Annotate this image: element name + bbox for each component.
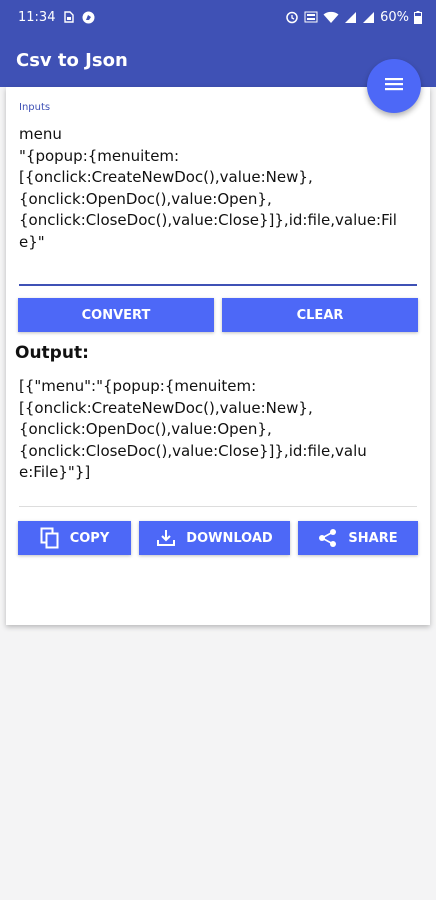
output-divider: [19, 506, 417, 507]
download-button[interactable]: DOWNLOAD: [139, 521, 290, 555]
output-title: Output:: [15, 343, 89, 363]
signal-icon: [362, 11, 375, 24]
signal-icon: [344, 11, 357, 24]
copy-icon: [40, 527, 60, 549]
data-speed-icon: [304, 10, 318, 24]
battery-icon: [414, 10, 422, 24]
battery-percent: 60%: [380, 9, 409, 25]
alarm-icon: [285, 10, 299, 24]
download-button-label: DOWNLOAD: [186, 530, 273, 546]
share-button-label: SHARE: [348, 530, 398, 546]
hamburger-menu-icon: [384, 76, 404, 96]
clear-button-label: CLEAR: [296, 307, 344, 323]
download-icon: [156, 529, 176, 547]
csv-input-field[interactable]: menu "{popup:{menuitem: [{onclick:Create…: [19, 124, 417, 274]
share-button[interactable]: SHARE: [298, 521, 418, 555]
input-underline: [19, 284, 417, 286]
share-icon: [318, 528, 338, 548]
input-label: Inputs: [19, 102, 51, 113]
status-bar: 11:34 60%: [0, 0, 436, 34]
app-title: Csv to Json: [16, 50, 128, 71]
app-notification-icon: [82, 11, 95, 24]
status-time: 11:34: [18, 9, 56, 25]
json-output-text: [{"menu":"{popup:{menuitem: [{onclick:Cr…: [19, 377, 367, 481]
clear-button[interactable]: CLEAR: [222, 298, 418, 332]
convert-button[interactable]: CONVERT: [18, 298, 214, 332]
copy-button[interactable]: COPY: [18, 521, 131, 555]
convert-button-label: CONVERT: [81, 307, 151, 323]
menu-fab-button[interactable]: [367, 59, 421, 113]
wifi-icon: [323, 11, 339, 24]
sim-card-icon: [63, 11, 75, 23]
copy-button-label: COPY: [69, 530, 110, 546]
